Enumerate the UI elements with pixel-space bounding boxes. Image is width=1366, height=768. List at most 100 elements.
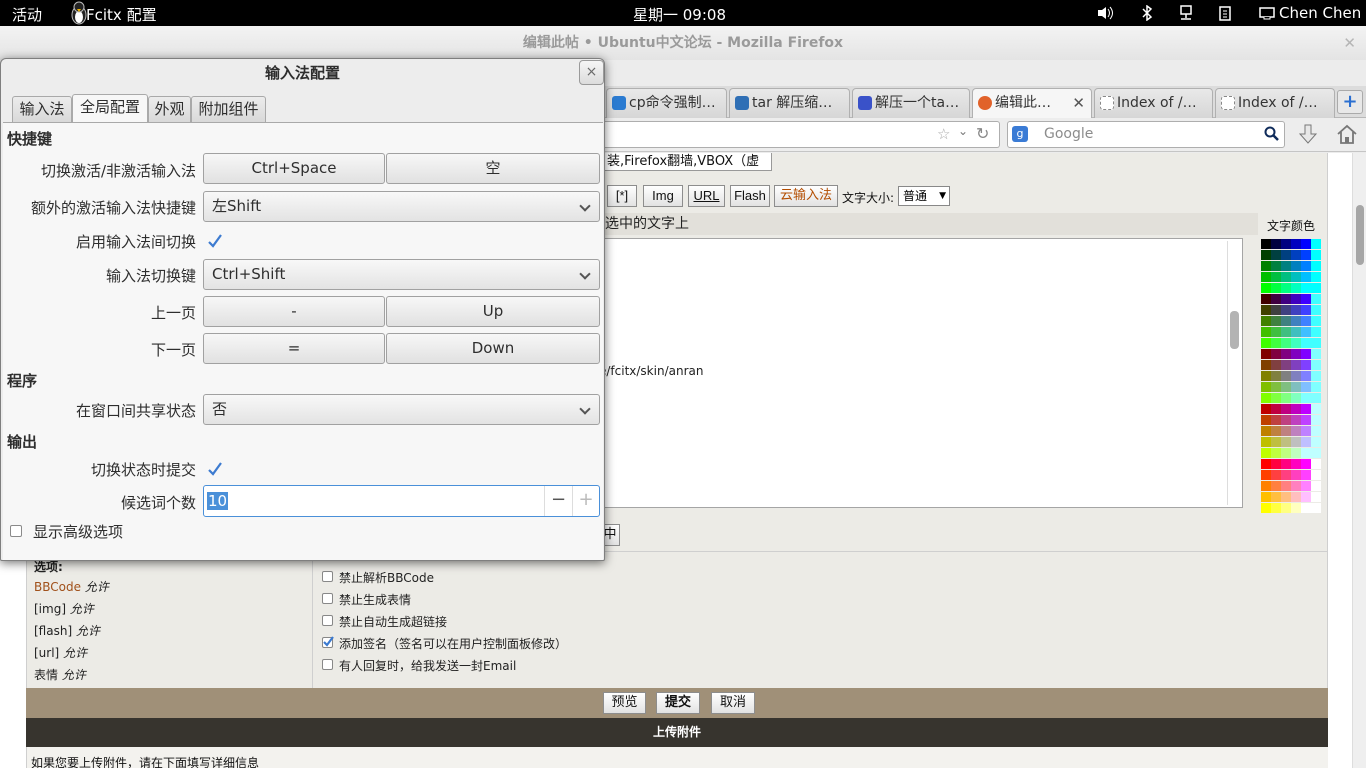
- color-swatch[interactable]: [1311, 261, 1321, 271]
- color-swatch[interactable]: [1291, 404, 1301, 414]
- color-swatch[interactable]: [1261, 294, 1271, 304]
- list-item-button[interactable]: [*]: [607, 185, 637, 207]
- color-swatch[interactable]: [1281, 415, 1291, 425]
- tab-close-icon[interactable]: ✕: [1072, 89, 1085, 117]
- page-scroll-thumb[interactable]: [1356, 205, 1364, 265]
- color-swatch[interactable]: [1301, 250, 1311, 260]
- search-input[interactable]: Google: [1044, 122, 1093, 147]
- color-swatch[interactable]: [1291, 316, 1301, 326]
- color-swatch[interactable]: [1271, 327, 1281, 337]
- color-swatch[interactable]: [1311, 294, 1321, 304]
- switch-key-combo[interactable]: Ctrl+Shift: [203, 259, 600, 290]
- color-swatch[interactable]: [1261, 404, 1271, 414]
- color-swatch[interactable]: [1261, 470, 1271, 480]
- color-swatch[interactable]: [1301, 349, 1311, 359]
- next-page-key-button-1[interactable]: =: [203, 333, 385, 364]
- color-swatch[interactable]: [1271, 415, 1281, 425]
- color-swatch[interactable]: [1261, 316, 1271, 326]
- color-swatch[interactable]: [1271, 349, 1281, 359]
- color-swatch[interactable]: [1291, 470, 1301, 480]
- color-swatch[interactable]: [1261, 283, 1271, 293]
- color-swatch[interactable]: [1271, 470, 1281, 480]
- disable-bbcode-checkbox[interactable]: [322, 571, 333, 582]
- color-swatch[interactable]: [1271, 503, 1281, 513]
- textarea-scroll-thumb[interactable]: [1230, 311, 1239, 349]
- color-swatch[interactable]: [1281, 261, 1291, 271]
- reload-icon[interactable]: ↻: [976, 124, 989, 143]
- img-button[interactable]: Img: [643, 185, 683, 207]
- color-swatch[interactable]: [1311, 305, 1321, 315]
- color-swatch[interactable]: [1291, 437, 1301, 447]
- color-swatch[interactable]: [1301, 426, 1311, 436]
- color-swatch[interactable]: [1301, 371, 1311, 381]
- color-swatch[interactable]: [1271, 316, 1281, 326]
- color-swatch[interactable]: [1281, 382, 1291, 392]
- color-swatch[interactable]: [1291, 481, 1301, 491]
- color-swatch[interactable]: [1301, 338, 1311, 348]
- search-bar[interactable]: g Google: [1007, 121, 1285, 148]
- color-swatch[interactable]: [1291, 272, 1301, 282]
- new-tab-button[interactable]: +: [1337, 90, 1363, 114]
- color-swatch[interactable]: [1311, 459, 1321, 469]
- color-swatch[interactable]: [1261, 382, 1271, 392]
- color-swatch[interactable]: [1301, 294, 1311, 304]
- color-swatch[interactable]: [1311, 283, 1321, 293]
- bluetooth-icon[interactable]: [1139, 4, 1155, 22]
- color-swatch[interactable]: [1291, 294, 1301, 304]
- color-swatch[interactable]: [1301, 382, 1311, 392]
- color-swatch[interactable]: [1301, 404, 1311, 414]
- tab-input-method[interactable]: 输入法: [12, 96, 72, 123]
- preview-button[interactable]: 预览: [603, 692, 646, 714]
- color-swatch[interactable]: [1261, 272, 1271, 282]
- color-swatch[interactable]: [1261, 239, 1271, 249]
- color-swatch[interactable]: [1281, 404, 1291, 414]
- color-swatch[interactable]: [1271, 426, 1281, 436]
- tab-appearance[interactable]: 外观: [148, 96, 191, 123]
- tab-global-config[interactable]: 全局配置: [72, 94, 148, 123]
- color-swatch[interactable]: [1271, 360, 1281, 370]
- color-swatch[interactable]: [1281, 239, 1291, 249]
- color-swatch[interactable]: [1301, 327, 1311, 337]
- submit-button[interactable]: 提交: [656, 692, 700, 714]
- color-swatch[interactable]: [1271, 239, 1281, 249]
- color-swatch[interactable]: [1281, 316, 1291, 326]
- color-swatch[interactable]: [1291, 261, 1301, 271]
- color-swatch[interactable]: [1281, 250, 1291, 260]
- color-swatch[interactable]: [1291, 371, 1301, 381]
- color-swatch[interactable]: [1311, 437, 1321, 447]
- prev-page-key-button-1[interactable]: -: [203, 296, 385, 327]
- color-swatch[interactable]: [1301, 470, 1311, 480]
- color-swatch[interactable]: [1301, 239, 1311, 249]
- color-swatch[interactable]: [1271, 382, 1281, 392]
- color-swatch[interactable]: [1311, 426, 1321, 436]
- color-swatch[interactable]: [1291, 459, 1301, 469]
- font-size-select[interactable]: 普通 ▼: [898, 186, 950, 206]
- color-swatch[interactable]: [1311, 492, 1321, 502]
- color-swatch[interactable]: [1311, 382, 1321, 392]
- color-swatch[interactable]: [1291, 503, 1301, 513]
- color-swatch[interactable]: [1261, 338, 1271, 348]
- browser-tab[interactable]: cp命令强制…: [606, 88, 727, 118]
- color-swatch[interactable]: [1311, 349, 1321, 359]
- color-swatch[interactable]: [1301, 393, 1311, 403]
- window-close-icon[interactable]: ✕: [1343, 34, 1356, 52]
- user-icon[interactable]: [1259, 5, 1275, 21]
- share-state-combo[interactable]: 否: [203, 394, 600, 425]
- color-swatch[interactable]: [1271, 294, 1281, 304]
- flash-button[interactable]: Flash: [730, 185, 770, 207]
- color-swatch[interactable]: [1271, 250, 1281, 260]
- color-swatch[interactable]: [1301, 272, 1311, 282]
- color-swatch[interactable]: [1271, 272, 1281, 282]
- color-swatch[interactable]: [1271, 283, 1281, 293]
- browser-tab[interactable]: Index of /…: [1215, 88, 1335, 118]
- color-swatch[interactable]: [1291, 338, 1301, 348]
- color-swatch[interactable]: [1291, 349, 1301, 359]
- next-page-key-button-2[interactable]: Down: [386, 333, 600, 364]
- color-swatch[interactable]: [1261, 492, 1271, 502]
- color-swatch[interactable]: [1311, 327, 1321, 337]
- app-menu[interactable]: Fcitx 配置: [86, 4, 157, 25]
- dialog-close-button[interactable]: ×: [579, 60, 604, 85]
- color-swatch[interactable]: [1261, 393, 1271, 403]
- color-swatch[interactable]: [1301, 481, 1311, 491]
- color-swatch[interactable]: [1281, 371, 1291, 381]
